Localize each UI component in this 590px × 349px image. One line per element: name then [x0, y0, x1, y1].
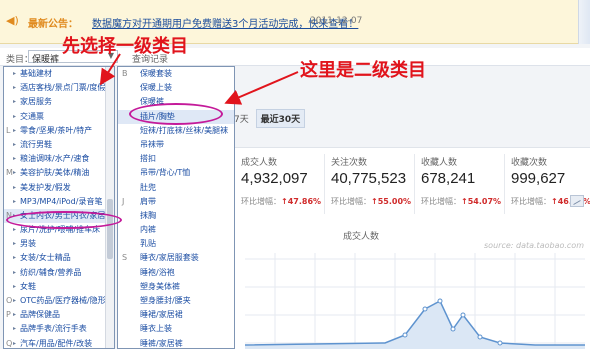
annotation-arrows: [99, 53, 299, 105]
arrow-to-level2: [224, 71, 299, 105]
arrow-to-level1: [99, 53, 121, 86]
